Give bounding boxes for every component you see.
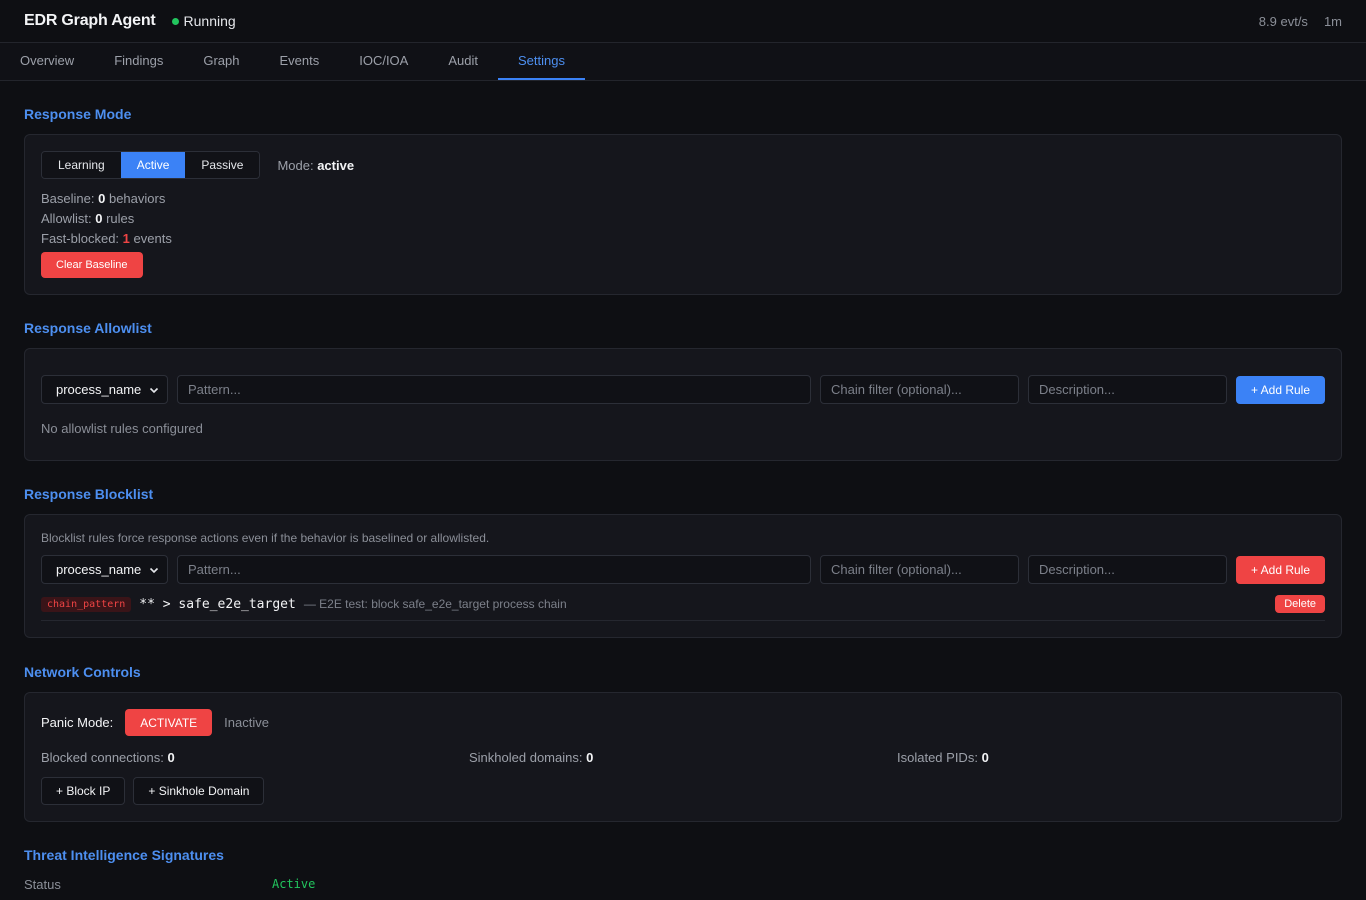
rule-type-badge: chain_pattern: [41, 596, 132, 612]
allowlist-unit: rules: [106, 211, 135, 226]
agent-status: Running: [171, 13, 236, 29]
allowlist-title: Response Allowlist: [24, 320, 152, 336]
sinkhole-domain-button[interactable]: + Sinkhole Domain: [133, 777, 265, 805]
rule-description: — E2E test: block safe_e2e_target proces…: [303, 597, 567, 611]
tab-ioc-ioa[interactable]: IOC/IOA: [339, 43, 428, 80]
sinkholed-domains-label: Sinkholed domains:: [469, 750, 583, 765]
blocked-connections-label: Blocked connections:: [41, 750, 164, 765]
baseline-count: 0: [98, 191, 106, 206]
mode-value: active: [317, 157, 355, 173]
settings-content: Response Mode Learning Active Passive Mo…: [0, 106, 1366, 892]
blocklist-chain-input[interactable]: [820, 555, 1019, 584]
mode-selector: Learning Active Passive: [41, 151, 261, 179]
tab-events[interactable]: Events: [259, 43, 339, 80]
mode-learning-button[interactable]: Learning: [42, 152, 121, 178]
response-mode-panel: Learning Active Passive Mode: active Bas…: [24, 134, 1342, 295]
threat-intel-status-label: Status: [24, 877, 61, 892]
blocklist-rule-row: chain_pattern ** > safe_e2e_target — E2E…: [41, 595, 1325, 621]
allowlist-description-input[interactable]: [1028, 375, 1227, 404]
panic-mode-label: Panic Mode:: [41, 715, 114, 730]
status-text: Running: [183, 13, 236, 29]
blocklist-panel: Blocklist rules force response actions e…: [24, 514, 1342, 638]
main-tabs: Overview Findings Graph Events IOC/IOA A…: [0, 43, 1366, 81]
blocklist-description-input[interactable]: [1028, 555, 1227, 584]
fastblocked-count: 1: [122, 231, 130, 246]
app-title: EDR Graph Agent: [24, 12, 156, 29]
sinkholed-domains-count: 0: [586, 750, 594, 765]
mode-active-button[interactable]: Active: [120, 152, 186, 178]
blocklist-add-rule-button[interactable]: + Add Rule: [1236, 555, 1325, 584]
header-metrics: 8.9 evt/s 1m: [1259, 14, 1342, 29]
allowlist-chain-input[interactable]: [820, 375, 1019, 404]
activate-panic-button[interactable]: ACTIVATE: [125, 709, 213, 736]
block-ip-button[interactable]: + Block IP: [41, 777, 126, 805]
clear-baseline-button[interactable]: Clear Baseline: [41, 252, 143, 278]
threat-intel-title: Threat Intelligence Signatures: [24, 847, 224, 863]
network-controls-title: Network Controls: [24, 664, 141, 680]
delete-rule-button[interactable]: Delete: [1275, 595, 1325, 613]
blocked-connections-stat: Blocked connections: 0: [41, 750, 469, 765]
blocklist-type-value: process_name: [56, 562, 142, 577]
panic-state: Inactive: [224, 715, 269, 730]
network-controls-panel: Panic Mode: ACTIVATE Inactive Blocked co…: [24, 692, 1342, 822]
blocklist-description: Blocklist rules force response actions e…: [41, 531, 490, 545]
event-rate: 8.9 evt/s: [1258, 13, 1308, 29]
mode-passive-button[interactable]: Passive: [185, 152, 260, 178]
blocklist-pattern-input[interactable]: [177, 555, 811, 584]
top-bar: EDR Graph Agent Running 8.9 evt/s 1m: [0, 0, 1366, 43]
tab-overview[interactable]: Overview: [0, 43, 94, 80]
baseline-label: Baseline:: [41, 191, 95, 206]
allowlist-empty-text: No allowlist rules configured: [41, 421, 203, 436]
tab-settings[interactable]: Settings: [497, 43, 585, 80]
chevron-down-icon: [149, 567, 159, 573]
allowlist-add-rule-button[interactable]: + Add Rule: [1236, 375, 1325, 404]
allowlist-count: 0: [95, 211, 103, 226]
tab-audit[interactable]: Audit: [428, 43, 498, 80]
allowlist-stat: Allowlist: 0 rules: [41, 211, 1325, 226]
blocklist-title: Response Blocklist: [24, 486, 154, 502]
chevron-down-icon: [149, 387, 159, 393]
rule-pattern: ** > safe_e2e_target: [139, 596, 296, 612]
tab-findings[interactable]: Findings: [94, 43, 183, 80]
fastblocked-stat: Fast-blocked: 1 events: [41, 231, 1325, 246]
tab-graph[interactable]: Graph: [183, 43, 259, 80]
sinkholed-domains-stat: Sinkholed domains: 0: [469, 750, 897, 765]
response-mode-title: Response Mode: [24, 106, 132, 122]
isolated-pids-count: 0: [981, 750, 989, 765]
allowlist-type-select[interactable]: process_name: [41, 375, 168, 404]
allowlist-pattern-input[interactable]: [177, 375, 811, 404]
threat-intel-status-row: Status Active: [24, 877, 1342, 892]
baseline-unit: behaviors: [108, 191, 166, 206]
status-dot-icon: [171, 17, 179, 25]
network-stats: Blocked connections: 0 Sinkholed domains…: [41, 750, 1325, 765]
uptime: 1m: [1323, 13, 1342, 29]
baseline-stat: Baseline: 0 behaviors: [41, 191, 1325, 206]
isolated-pids-stat: Isolated PIDs: 0: [897, 750, 1325, 765]
fastblocked-label: Fast-blocked:: [41, 231, 120, 246]
blocked-connections-count: 0: [167, 750, 175, 765]
isolated-pids-label: Isolated PIDs:: [897, 750, 978, 765]
threat-intel-status-value: Active: [272, 877, 316, 891]
fastblocked-unit: events: [133, 231, 172, 246]
allowlist-panel: process_name + Add Rule No allowlist rul…: [24, 348, 1342, 461]
blocklist-type-select[interactable]: process_name: [41, 555, 168, 584]
mode-prefix: Mode:: [277, 157, 314, 173]
current-mode: Mode: active: [277, 158, 354, 173]
allowlist-type-value: process_name: [56, 382, 142, 397]
allowlist-label: Allowlist:: [41, 211, 92, 226]
